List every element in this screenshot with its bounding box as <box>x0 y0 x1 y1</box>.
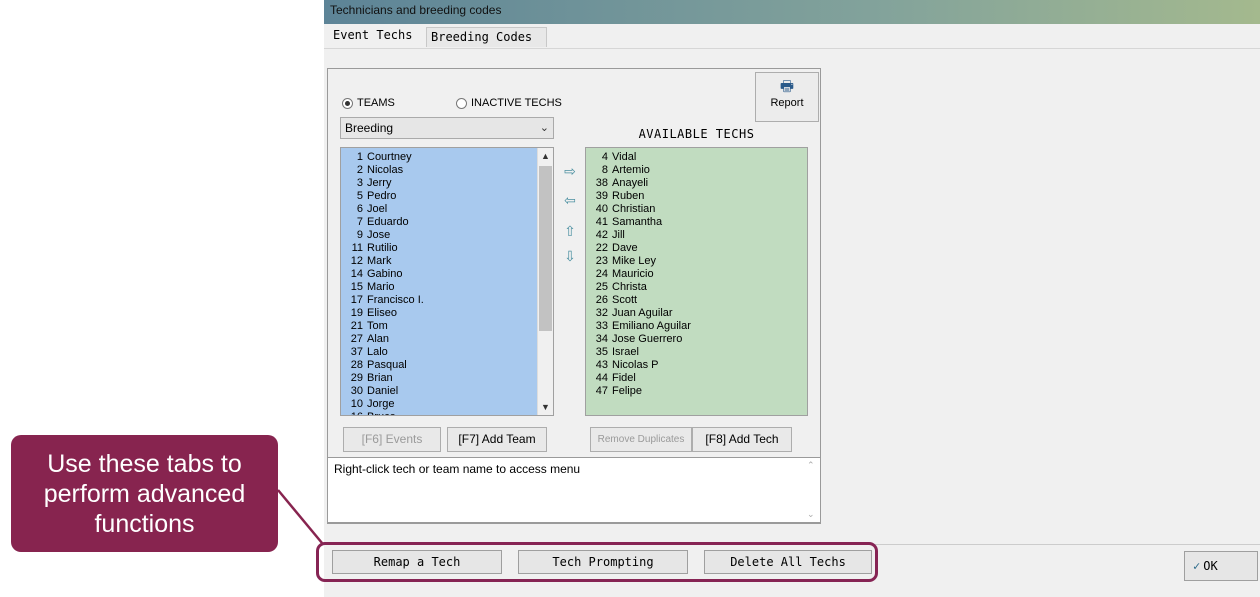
callout-box: Use these tabs to perform advanced funct… <box>11 435 278 552</box>
callout-text: Use these tabs to perform advanced funct… <box>43 449 246 538</box>
